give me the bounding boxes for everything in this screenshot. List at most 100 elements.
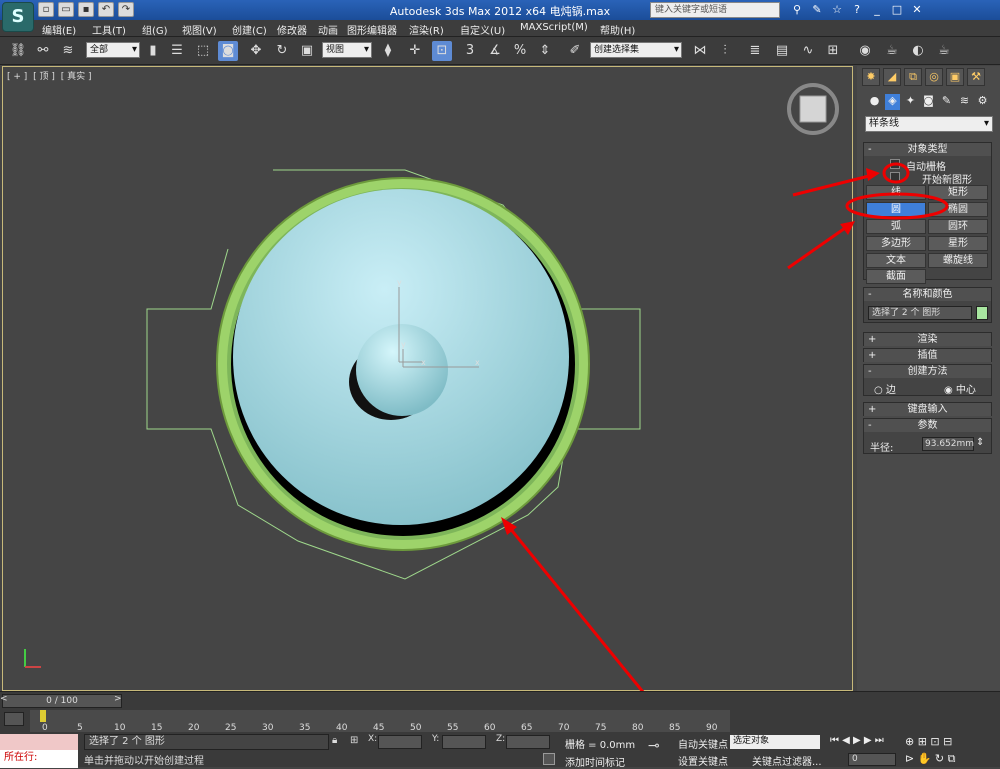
app-logo-icon[interactable]: S (2, 2, 34, 32)
center-radio[interactable]: ◉ 中心 (944, 381, 976, 396)
arc-button[interactable]: 弧 (866, 219, 926, 234)
menu-tools[interactable]: 工具(T) (92, 22, 126, 37)
rectangle-button[interactable]: 矩形 (928, 185, 988, 200)
selection-filter-dropdown[interactable]: 全部 (86, 42, 140, 58)
material-editor-icon[interactable]: ◉ (855, 41, 875, 61)
donut-button[interactable]: 圆环 (928, 219, 988, 234)
unlink-icon[interactable]: ⚯ (33, 41, 53, 61)
menu-rendering[interactable]: 渲染(R) (409, 22, 444, 37)
viewport-nav-controls-2[interactable]: ⊳ ✋ ↻ ⧉ (905, 752, 955, 766)
percent-snap-icon[interactable]: % (510, 41, 530, 61)
render-icon[interactable]: ☕ (934, 41, 954, 61)
curve-editor-icon[interactable]: ∿ (798, 41, 818, 61)
pivot-icon[interactable]: ⧫ (378, 41, 398, 61)
render-setup-icon[interactable]: ☕ (882, 41, 902, 61)
create-tab-icon[interactable]: ✸ (862, 68, 880, 86)
render-frame-icon[interactable]: ◐ (908, 41, 928, 61)
z-coord-field[interactable] (506, 735, 550, 749)
move-icon[interactable]: ✥ (246, 41, 266, 61)
edit-named-sel-icon[interactable]: ✐ (565, 41, 585, 61)
category-dropdown[interactable]: 样条线 (865, 116, 993, 132)
mirror-icon[interactable]: ⋈ (690, 41, 710, 61)
systems-icon[interactable]: ⚙ (975, 94, 990, 110)
save-icon[interactable]: ▪ (78, 2, 94, 17)
auto-key-button[interactable]: 自动关键点 (678, 736, 728, 751)
frame-marker[interactable] (40, 710, 46, 722)
bind-spacewarp-icon[interactable]: ≋ (58, 41, 78, 61)
menu-views[interactable]: 视图(V) (182, 22, 217, 37)
schematic-icon[interactable]: ⊞ (823, 41, 843, 61)
graphite-icon[interactable]: ▤ (772, 41, 792, 61)
undo-icon[interactable]: ↶ (98, 2, 114, 17)
line-button[interactable]: 线 (866, 185, 926, 200)
lid-knob[interactable] (356, 324, 448, 416)
window-crossing-icon[interactable]: ◙ (218, 41, 238, 61)
menu-help[interactable]: 帮助(H) (600, 22, 635, 37)
help-icon[interactable]: ? (850, 2, 864, 17)
open-file-icon[interactable]: ▭ (58, 2, 74, 17)
x-coord-field[interactable] (378, 735, 422, 749)
spinner-snap-icon[interactable]: ⇕ (535, 41, 555, 61)
set-key-icon[interactable]: ⊸ (648, 738, 660, 754)
viewcube[interactable] (787, 83, 839, 135)
redo-icon[interactable]: ↷ (118, 2, 134, 17)
snap-3d-icon[interactable]: 3 (460, 41, 480, 61)
color-swatch[interactable] (976, 306, 988, 320)
absolute-mode-icon[interactable]: ⊞ (350, 735, 358, 746)
spacewarps-icon[interactable]: ≋ (957, 94, 972, 110)
select-object-icon[interactable]: ▮ (143, 41, 163, 61)
link-icon[interactable]: ⛓ (8, 41, 28, 61)
key-selection-dropdown[interactable]: 选定对象 (730, 735, 820, 749)
track-bar[interactable]: 0 5 10 15 20 25 30 35 40 45 50 55 60 65 … (30, 710, 730, 733)
start-new-shape-checkbox[interactable] (890, 172, 900, 182)
geometry-icon[interactable]: ● (867, 94, 882, 110)
ellipse-button[interactable]: 椭圆 (928, 202, 988, 217)
keyboard-entry-rollout[interactable]: + 键盘输入 (863, 402, 992, 416)
star-button[interactable]: 星形 (928, 236, 988, 251)
named-selection-dropdown[interactable]: 创建选择集 (590, 42, 682, 58)
maximize-icon[interactable]: □ (890, 2, 904, 17)
tools-icon[interactable]: ✎ (810, 2, 824, 17)
radius-spinner[interactable]: ⇕ (976, 437, 984, 448)
track-bar-icon[interactable] (4, 712, 24, 726)
shapes-icon[interactable]: ◈ (885, 94, 900, 110)
key-filters-button[interactable]: 关键点过滤器... (752, 753, 822, 768)
ngon-button[interactable]: 多边形 (866, 236, 926, 251)
frame-field[interactable]: 0 (848, 753, 896, 766)
select-manipulate-icon[interactable]: ✛ (405, 41, 425, 61)
menu-create[interactable]: 创建(C) (232, 22, 267, 37)
new-file-icon[interactable]: ▫ (38, 2, 54, 17)
cameras-icon[interactable]: ◙ (921, 94, 936, 110)
time-tag-icon[interactable] (543, 753, 555, 765)
object-name-field[interactable]: 选择了 2 个 图形 (868, 306, 972, 320)
hierarchy-tab-icon[interactable]: ⧉ (904, 68, 922, 86)
slider-prev-icon[interactable]: < (0, 694, 10, 704)
set-key-button[interactable]: 设置关键点 (678, 753, 728, 768)
playback-controls[interactable]: ⏮ ◀ ▶ ▶ ⏭ (830, 735, 884, 746)
menu-modifiers[interactable]: 修改器 (277, 22, 307, 37)
modify-tab-icon[interactable]: ◢ (883, 68, 901, 86)
display-tab-icon[interactable]: ▣ (946, 68, 964, 86)
section-button[interactable]: 截面 (866, 269, 926, 284)
search-input[interactable]: 键入关键字或短语 (650, 2, 780, 18)
menu-group[interactable]: 组(G) (142, 22, 168, 37)
menu-animation[interactable]: 动画 (318, 22, 338, 37)
y-coord-field[interactable] (442, 735, 486, 749)
ref-coord-dropdown[interactable]: 视图 (322, 42, 372, 58)
helix-button[interactable]: 螺旋线 (928, 253, 988, 268)
rotate-icon[interactable]: ↻ (272, 41, 292, 61)
slider-next-icon[interactable]: > (114, 694, 124, 704)
minimize-icon[interactable]: _ (870, 2, 884, 17)
scale-icon[interactable]: ▣ (297, 41, 317, 61)
maxscript-listener[interactable] (0, 734, 78, 750)
menu-edit[interactable]: 编辑(E) (42, 22, 76, 37)
interpolation-rollout[interactable]: + 插值 (863, 348, 992, 362)
menu-graph-editors[interactable]: 图形编辑器 (347, 22, 397, 37)
rect-selection-icon[interactable]: ⬚ (193, 41, 213, 61)
top-viewport[interactable]: [ + ] [ 顶 ] [ 真实 ] y y x x (2, 66, 853, 692)
select-by-name-icon[interactable]: ☰ (167, 41, 187, 61)
menu-customize[interactable]: 自定义(U) (460, 22, 505, 37)
circle-button[interactable]: 圆 (866, 202, 926, 217)
radius-field[interactable]: 93.652mm (922, 437, 974, 451)
binoculars-icon[interactable]: ⚲ (790, 2, 804, 17)
